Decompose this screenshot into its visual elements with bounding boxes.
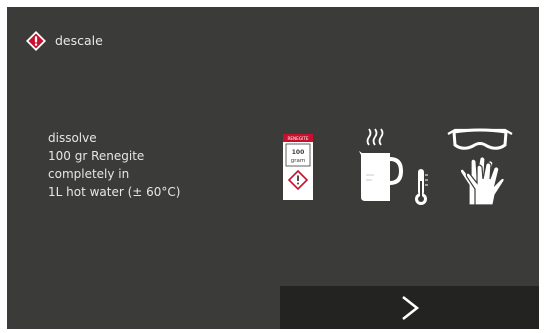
header: descale: [25, 29, 103, 53]
device-frame: descale dissolve 100 gr Renegite complet…: [0, 0, 545, 333]
safety-goggles-icon: [447, 128, 513, 150]
instruction-line: 1L hot water (± 60°C): [48, 185, 181, 199]
protective-gloves-icon: [459, 156, 505, 206]
display-screen: descale dissolve 100 gr Renegite complet…: [7, 7, 539, 329]
thermometer-icon: [415, 169, 428, 205]
instruction-line: completely in: [48, 167, 130, 181]
warning-diamond-icon: [26, 31, 46, 51]
package-unit: gram: [291, 158, 305, 164]
package-brand: RENEGITE: [287, 136, 308, 141]
next-button[interactable]: >: [280, 286, 539, 329]
package-amount: 100: [292, 149, 305, 156]
instruction-line: dissolve: [48, 131, 97, 145]
hot-water-jug-icon: [359, 128, 404, 201]
renegite-package-icon: RENEGITE 100 gram: [283, 134, 313, 200]
screen-title: descale: [55, 32, 103, 48]
instruction-text: dissolve 100 gr Renegite completely in 1…: [48, 129, 248, 201]
instruction-line: 100 gr Renegite: [48, 149, 145, 163]
chevron-right-icon: [401, 295, 419, 320]
